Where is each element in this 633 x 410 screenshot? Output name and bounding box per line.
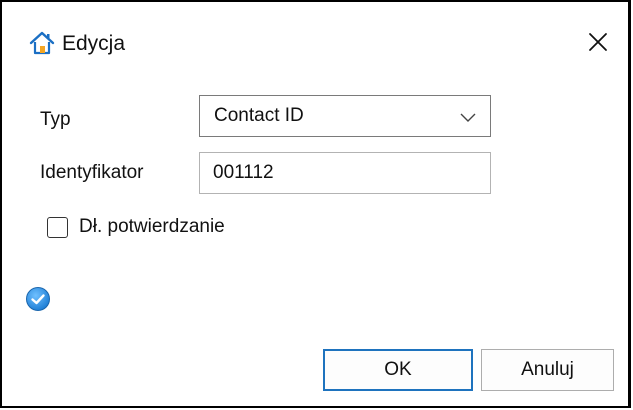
edit-dialog: Edycja Typ Contact ID Identyfikator 0011…: [0, 0, 631, 408]
cancel-button[interactable]: Anuluj: [481, 349, 614, 391]
type-select-value: Contact ID: [214, 105, 304, 126]
identifier-value: 001112: [213, 162, 274, 183]
window-title: Edycja: [62, 32, 126, 55]
dialog-content: Typ Contact ID Identyfikator 001112 Dł. …: [2, 78, 628, 406]
close-button[interactable]: [580, 26, 616, 62]
close-icon: [588, 32, 608, 57]
type-select[interactable]: Contact ID: [199, 95, 491, 137]
identifier-input[interactable]: 001112: [199, 152, 491, 194]
title-bar[interactable]: Edycja: [2, 2, 628, 78]
type-label: Typ: [40, 109, 71, 130]
confirmation-checkbox[interactable]: [47, 217, 68, 238]
home-icon: [29, 31, 55, 55]
identifier-label: Identyfikator: [40, 162, 144, 183]
check-circle-icon: [25, 286, 51, 312]
ok-button[interactable]: OK: [323, 349, 473, 391]
confirmation-checkbox-label: Dł. potwierdzanie: [79, 216, 225, 237]
chevron-down-icon: [460, 110, 476, 122]
